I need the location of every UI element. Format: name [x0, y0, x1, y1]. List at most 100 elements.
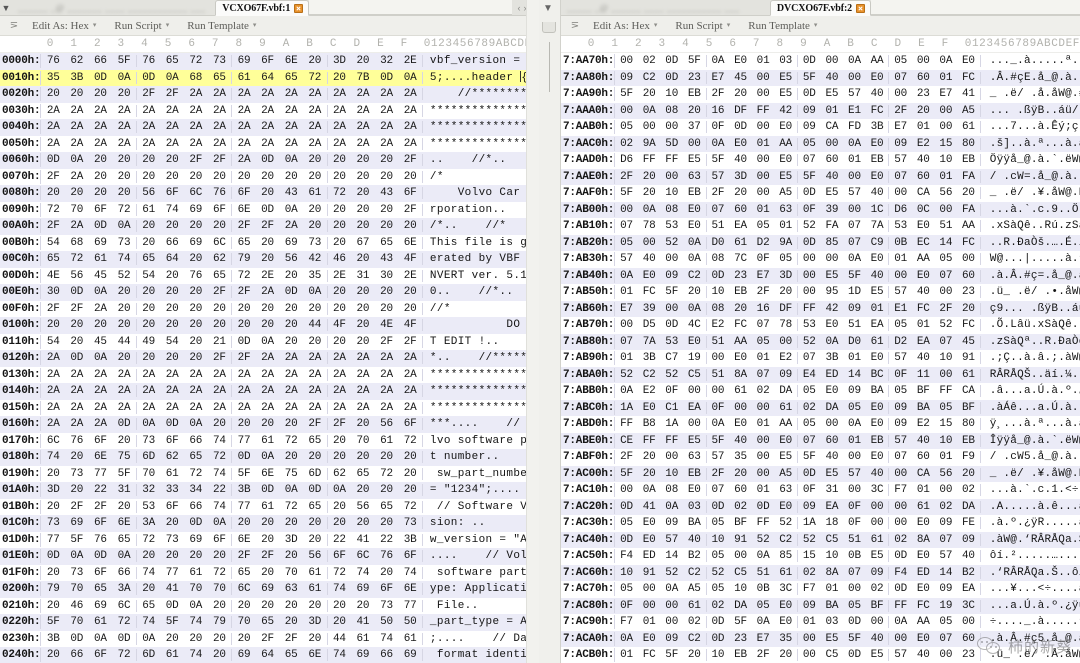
hex-byte-cell[interactable]: CE [615, 435, 638, 447]
hex-byte-cell[interactable]: 0A [112, 72, 136, 84]
hex-byte-cell[interactable]: 68 [65, 237, 89, 249]
hex-byte-cell[interactable]: 0A [112, 550, 136, 562]
hex-byte-cell[interactable]: 2F [232, 352, 256, 364]
hex-byte-cell[interactable]: 00 [752, 121, 775, 133]
hex-byte-cell[interactable]: 05 [707, 583, 730, 595]
hex-byte-cell[interactable]: 0A [279, 154, 303, 166]
ascii-text[interactable]: .š]..à.ª...à.â.€ [990, 138, 1080, 150]
hex-byte-cell[interactable]: 20 [137, 319, 161, 331]
ascii-text[interactable]: .ü_ .ë/ .•.åW@.# [990, 286, 1080, 298]
hex-bytes[interactable]: 2F 2A 20 20 20 20 20 20 20 20 20 20 20 20 20 20 [40, 169, 423, 184]
hex-byte-cell[interactable]: 2F [752, 286, 775, 298]
hex-byte-cell[interactable]: 2A [375, 105, 399, 117]
hex-byte-cell[interactable]: 0A [638, 484, 661, 496]
hex-byte-cell[interactable]: 3B [65, 72, 89, 84]
hex-byte-cell[interactable]: 20 [957, 303, 980, 315]
hex-byte-cell[interactable]: 63 [774, 484, 797, 496]
hex-byte-cell[interactable]: 52 [660, 237, 683, 249]
hex-byte-cell[interactable]: 09 [774, 369, 797, 381]
hex-byte-cell[interactable]: E0 [957, 55, 980, 67]
toolbar-grip-icon[interactable]: ⋝ [566, 20, 584, 31]
hex-byte-cell[interactable]: 2F [398, 154, 422, 166]
ascii-text[interactable]: .ü_ .ë/ .Å.åW@.# [990, 649, 1080, 661]
hex-byte-cell[interactable]: 21 [208, 336, 232, 348]
hex-byte-cell[interactable]: 8A [912, 534, 935, 546]
hex-byte-cell[interactable]: E5 [866, 550, 889, 562]
hex-byte-cell[interactable]: 91 [729, 534, 752, 546]
hex-byte-cell[interactable]: 5F [729, 616, 752, 628]
hex-bytes[interactable]: D6 FF FF E5 5F 40 00 E0 07 60 01 EB 57 40 10 EB [614, 153, 981, 168]
hex-byte-cell[interactable]: 2F [41, 171, 65, 183]
hex-row[interactable]: 7:AC10h: 00 0A 08 E0 07 60 01 63 0F 31 00 3C F7 01 00 02… [561, 482, 1080, 499]
hex-byte-cell[interactable]: 2A [89, 402, 113, 414]
hex-byte-cell[interactable]: 02 [638, 55, 661, 67]
hex-byte-cell[interactable]: E5 [774, 451, 797, 463]
hex-byte-cell[interactable]: 20 [184, 171, 208, 183]
hex-byte-cell[interactable]: 85 [821, 237, 844, 249]
hex-byte-cell[interactable]: 2A [328, 385, 352, 397]
hex-bytes[interactable]: 2F 2A 0D 0A 20 20 20 20 2F 2F 2A 20 20 20 20 20 [40, 219, 423, 234]
hex-byte-cell[interactable]: 61 [137, 204, 161, 216]
hex-byte-cell[interactable]: 2A [184, 402, 208, 414]
hex-byte-cell[interactable]: 2A [65, 105, 89, 117]
hex-bytes[interactable]: 74 20 6E 75 6D 62 65 72 0D 0A 20 20 20 20 20 20 [40, 450, 423, 465]
hex-byte-cell[interactable]: 60 [912, 72, 935, 84]
hex-byte-cell[interactable]: 2F [256, 633, 280, 645]
hex-byte-cell[interactable]: 2A [112, 138, 136, 150]
hex-byte-cell[interactable]: 20 [398, 303, 422, 315]
hex-byte-cell[interactable]: 20 [112, 435, 136, 447]
hex-byte-cell[interactable]: 20 [208, 303, 232, 315]
hex-byte-cell[interactable]: 60 [957, 633, 980, 645]
hex-byte-cell[interactable]: 6E [303, 649, 327, 661]
hex-byte-cell[interactable]: 52 [707, 567, 730, 579]
hex-byte-cell[interactable]: 20 [41, 88, 65, 100]
hex-bytes[interactable]: 09 C2 0D 23 E7 45 00 E5 5F 40 00 E0 07 60 01 FC [614, 70, 981, 85]
hex-byte-cell[interactable]: EA [683, 402, 706, 414]
hex-byte-cell[interactable]: 76 [208, 187, 232, 199]
hex-byte-cell[interactable]: 20 [137, 583, 161, 595]
hex-byte-cell[interactable]: 03 [821, 616, 844, 628]
hex-byte-cell[interactable]: 72 [41, 204, 65, 216]
hex-byte-cell[interactable]: 57 [843, 88, 866, 100]
hex-byte-cell[interactable]: 74 [398, 567, 422, 579]
hex-byte-cell[interactable]: 20 [328, 336, 352, 348]
hex-byte-cell[interactable]: E0 [683, 336, 706, 348]
hex-byte-cell[interactable]: 10 [935, 435, 958, 447]
hex-byte-cell[interactable]: 73 [398, 517, 422, 529]
hex-byte-cell[interactable]: 0F [707, 402, 730, 414]
hex-byte-cell[interactable]: 2F [232, 286, 256, 298]
hex-byte-cell[interactable]: 20 [65, 336, 89, 348]
hex-byte-cell[interactable]: 45 [89, 336, 113, 348]
hex-byte-cell[interactable]: E1 [889, 303, 912, 315]
hex-byte-cell[interactable]: E7 [935, 88, 958, 100]
hex-byte-cell[interactable]: 54 [137, 270, 161, 282]
hex-byte-cell[interactable]: 00 [660, 600, 683, 612]
hex-bytes[interactable]: 77 5F 76 65 72 73 69 6F 6E 20 3D 20 22 41 22 3B [40, 532, 423, 547]
hex-byte-cell[interactable]: 73 [65, 567, 89, 579]
hex-byte-cell[interactable]: 10 [707, 534, 730, 546]
hex-byte-cell[interactable]: 07 [615, 336, 638, 348]
hex-byte-cell[interactable]: 54 [41, 336, 65, 348]
hex-byte-cell[interactable]: 19 [683, 352, 706, 364]
ascii-text[interactable]: rporation.. / [430, 204, 539, 216]
hex-byte-cell[interactable]: 57 [889, 649, 912, 661]
hex-byte-cell[interactable]: 20 [375, 517, 399, 529]
hex-byte-cell[interactable]: 6F [89, 517, 113, 529]
hex-byte-cell[interactable]: 2F [398, 336, 422, 348]
hex-byte-cell[interactable]: 01 [752, 352, 775, 364]
hex-byte-cell[interactable]: 05 [889, 319, 912, 331]
hex-byte-cell[interactable]: 23 [957, 286, 980, 298]
ascii-text[interactable]: ...à.`.c.9..Ö..ú [990, 204, 1080, 216]
hex-byte-cell[interactable]: 5F [232, 468, 256, 480]
hex-byte-cell[interactable]: 09 [889, 138, 912, 150]
ascii-text[interactable]: /*.. //* [430, 220, 539, 232]
hex-byte-cell[interactable]: 56 [137, 187, 161, 199]
hex-bytes[interactable]: 65 72 61 74 65 64 20 62 79 20 56 42 46 20 43 4F [40, 252, 423, 267]
hex-byte-cell[interactable]: 5F [798, 72, 821, 84]
hex-bytes[interactable]: 20 66 6F 72 6D 61 74 20 69 64 65 6E 74 69 66 69 [40, 648, 423, 663]
hex-byte-cell[interactable]: 5F [615, 187, 638, 199]
tab-file-left[interactable]: VCXO67F.vbf:1 [215, 0, 310, 16]
hex-byte-cell[interactable]: 37 [683, 121, 706, 133]
hex-byte-cell[interactable]: 05 [752, 220, 775, 232]
hex-byte-cell[interactable]: 7C [729, 253, 752, 265]
